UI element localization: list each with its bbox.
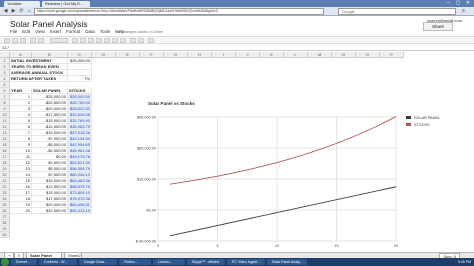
bold-icon[interactable]: [72, 38, 78, 43]
series-line-stocks: [169, 116, 397, 185]
taskbar-item[interactable]: Firefox...: [119, 259, 151, 265]
star-icon[interactable]: ☆: [72, 19, 79, 28]
table-cell-solar[interactable]: $22,500.00: [32, 208, 68, 214]
undo-icon[interactable]: [12, 38, 18, 43]
menu-view[interactable]: View: [35, 29, 45, 35]
fill-color-icon[interactable]: [104, 38, 110, 43]
taskbar-item[interactable]: Contents - W...: [39, 259, 77, 265]
borders-icon[interactable]: [112, 38, 118, 43]
column-header[interactable]: K: [260, 52, 284, 58]
browser-tab-strip: Youtube Readers | Get My E... ─ ▢ ✕: [0, 0, 474, 7]
column-header[interactable]: N: [332, 52, 356, 58]
format-toolbar: [0, 36, 474, 44]
column-header[interactable]: G: [164, 52, 188, 58]
percent-format-icon[interactable]: [38, 38, 44, 43]
row-header[interactable]: 30: [0, 232, 10, 238]
cell-reference: A17: [2, 45, 10, 50]
taskbar-item[interactable]: Sonnet...: [11, 259, 37, 265]
strikethrough-icon[interactable]: [88, 38, 94, 43]
x-tick-label: 15: [334, 244, 338, 248]
spreadsheet-app: Solar Panel Analysis ☆ kazindi@gmail.com…: [0, 16, 474, 264]
start-button[interactable]: [1, 258, 9, 266]
y-tick-label: $90,000.00: [137, 116, 156, 120]
os-taskbar: Sonnet... Contents - W... Google Docs...…: [0, 258, 474, 266]
table-cell-stocks[interactable]: $90,413.19: [68, 208, 92, 214]
y-tick-label: $0.00: [146, 209, 156, 213]
redo-icon[interactable]: [20, 38, 26, 43]
x-tick-label: 5: [216, 244, 218, 248]
formula-bar[interactable]: A17: [0, 44, 474, 51]
y-tick-label: $30,000.00: [137, 178, 156, 182]
column-header[interactable]: E: [116, 52, 140, 58]
taskbar-item[interactable]: Lenovo...: [153, 259, 185, 265]
column-header[interactable]: L: [284, 52, 308, 58]
summary-label[interactable]: RETURN AFTER TAXES: [10, 76, 68, 82]
x-tick-label: 0: [157, 244, 159, 248]
legend-swatch: [406, 123, 411, 126]
x-tick-label: 20: [394, 244, 398, 248]
legend-swatch: [406, 116, 411, 119]
taskbar-item[interactable]: Skype™ - effwins: [187, 259, 225, 265]
font-select[interactable]: [50, 38, 68, 43]
column-header[interactable]: M: [308, 52, 332, 58]
column-header[interactable]: P: [380, 52, 404, 58]
menu-icon[interactable]: ≡: [460, 8, 467, 15]
legend-label: STOCKS: [414, 123, 430, 127]
column-header[interactable]: H: [188, 52, 212, 58]
reload-icon[interactable]: ⟳: [18, 8, 25, 15]
line-chart[interactable]: Solar Panel vs Stocks $90,000.00 $60,000.…: [124, 99, 450, 264]
menu-data[interactable]: Data: [85, 29, 95, 35]
chart-title: Solar Panel vs Stocks: [148, 101, 195, 106]
taskbar-item[interactable]: Solar Panel Analy...: [267, 259, 307, 265]
table-cell-year[interactable]: 20: [10, 208, 32, 214]
series-line-solar-panel: [169, 186, 397, 237]
menu-edit[interactable]: Edit: [22, 29, 30, 35]
save-status: All changes saved in Drive: [116, 29, 164, 34]
column-header[interactable]: O: [356, 52, 380, 58]
menu-file[interactable]: File: [10, 29, 17, 35]
menu-insert[interactable]: Insert: [50, 29, 61, 35]
summary-value[interactable]: 7%: [68, 76, 92, 82]
menu-bar: File Edit View Insert Format Data Tools …: [10, 29, 125, 35]
browser-toolbar: ◀ ▶ ⟳ ⌂ https://docs.google.com/spreadsh…: [0, 7, 474, 16]
search-input[interactable]: Google: [338, 8, 456, 15]
wrap-icon[interactable]: [138, 38, 144, 43]
align-icon[interactable]: [130, 38, 136, 43]
print-icon[interactable]: [4, 38, 10, 43]
text-color-icon[interactable]: [96, 38, 102, 43]
clock: 9:45 PM: [457, 260, 471, 264]
merge-icon[interactable]: [120, 38, 126, 43]
function-icon[interactable]: [148, 38, 154, 43]
window-controls[interactable]: ─ ▢ ✕: [447, 0, 472, 6]
menu-format[interactable]: Format: [66, 29, 80, 35]
column-header[interactable]: D: [92, 52, 116, 58]
home-icon[interactable]: ⌂: [26, 8, 33, 15]
legend-label: SOLAR PANEL: [414, 116, 440, 120]
taskbar-item[interactable]: Google Docs...: [79, 259, 117, 265]
column-header[interactable]: F: [140, 52, 164, 58]
column-header[interactable]: J: [236, 52, 260, 58]
x-tick-label: 10: [275, 244, 279, 248]
y-tick-label: $-30,000.00: [136, 240, 156, 244]
address-bar[interactable]: https://docs.google.com/spreadsheet/ccc?…: [34, 8, 324, 15]
taskbar-item[interactable]: PC Video Ingest...: [227, 259, 265, 265]
column-header[interactable]: I: [212, 52, 236, 58]
share-button[interactable]: Share: [423, 22, 453, 31]
chart-legend: SOLAR PANEL STOCKS: [406, 116, 440, 127]
chart-plot-area: $90,000.00 $60,000.00 $30,000.00 $0.00 $-30,…: [136, 116, 398, 249]
forward-icon[interactable]: ▶: [10, 8, 17, 15]
italic-icon[interactable]: [80, 38, 86, 43]
currency-format-icon[interactable]: [30, 38, 36, 43]
menu-tools[interactable]: Tools: [100, 29, 111, 35]
back-icon[interactable]: ◀: [2, 8, 9, 15]
y-tick-label: $60,000.00: [137, 147, 156, 151]
